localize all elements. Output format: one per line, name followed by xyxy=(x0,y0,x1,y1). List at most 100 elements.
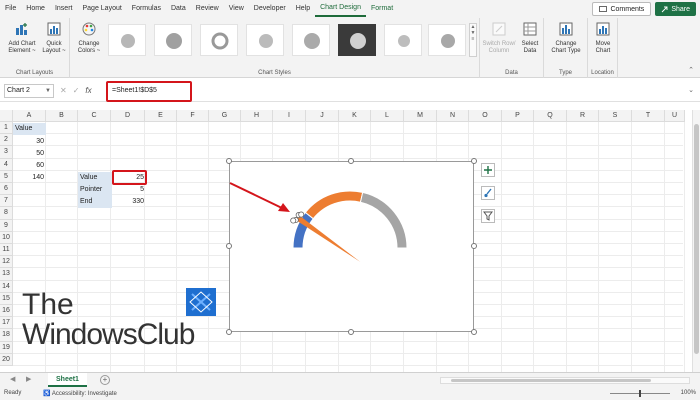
menu-view[interactable]: View xyxy=(224,0,249,18)
comments-button[interactable]: Comments xyxy=(592,2,652,16)
chart-filters-button[interactable] xyxy=(481,209,495,223)
row-header-14[interactable]: 14 xyxy=(0,280,13,293)
add-sheet-button[interactable]: + xyxy=(100,375,110,385)
menu-review[interactable]: Review xyxy=(191,0,224,18)
cell-C5[interactable]: Value xyxy=(78,172,112,184)
zoom-level[interactable]: 100% xyxy=(681,390,696,396)
sheet-tab-sheet1[interactable]: Sheet1 xyxy=(48,373,87,387)
column-header-H[interactable]: H xyxy=(241,110,273,122)
column-header-K[interactable]: K xyxy=(339,110,371,122)
menu-home[interactable]: Home xyxy=(21,0,50,18)
formula-input[interactable]: =Sheet1!$D$5 xyxy=(108,83,688,99)
expand-formula-icon[interactable]: ⌄ xyxy=(688,86,694,94)
switch-row-column-button[interactable]: Switch Row/ Column xyxy=(482,22,516,55)
column-header-O[interactable]: O xyxy=(469,110,502,122)
cell-C7[interactable]: End xyxy=(78,196,112,208)
zoom-slider[interactable] xyxy=(610,390,670,397)
row-header-7[interactable]: 7 xyxy=(0,195,13,208)
row-header-9[interactable]: 9 xyxy=(0,219,13,232)
column-header-P[interactable]: P xyxy=(502,110,534,122)
row-header-13[interactable]: 13 xyxy=(0,268,13,281)
row-header-18[interactable]: 18 xyxy=(0,329,13,342)
row-header-4[interactable]: 4 xyxy=(0,158,13,171)
chart-style-7[interactable] xyxy=(384,24,422,56)
menu-insert[interactable]: Insert xyxy=(50,0,78,18)
chart-style-5[interactable] xyxy=(292,24,330,56)
next-sheet-icon[interactable]: ▶ xyxy=(26,375,31,383)
chart-styles-scroll[interactable]: ▲ ▼ ≡ xyxy=(469,23,477,57)
column-header-L[interactable]: L xyxy=(371,110,404,122)
resize-handle-ne[interactable] xyxy=(471,158,477,164)
row-header-11[interactable]: 11 xyxy=(0,244,13,257)
resize-handle-e[interactable] xyxy=(471,243,477,249)
column-header-C[interactable]: C xyxy=(78,110,111,122)
chart-elements-button[interactable] xyxy=(481,163,495,177)
chart-style-6[interactable] xyxy=(338,24,376,56)
gauge-segment-2[interactable] xyxy=(359,191,408,249)
chart-style-4[interactable] xyxy=(246,24,284,56)
column-header-G[interactable]: G xyxy=(209,110,241,122)
cell-A4[interactable]: 60 xyxy=(13,160,46,172)
resize-handle-w[interactable] xyxy=(226,243,232,249)
chart-style-3[interactable] xyxy=(200,24,238,56)
column-header-D[interactable]: D xyxy=(111,110,145,122)
horizontal-scrollbar[interactable] xyxy=(440,377,690,384)
row-header-8[interactable]: 8 xyxy=(0,207,13,220)
column-header-J[interactable]: J xyxy=(306,110,339,122)
column-header-R[interactable]: R xyxy=(567,110,599,122)
row-header-5[interactable]: 5 xyxy=(0,170,13,183)
cancel-icon[interactable]: ✕ xyxy=(60,84,67,98)
collapse-ribbon-icon[interactable]: ⌃ xyxy=(688,66,694,74)
menu-help[interactable]: Help xyxy=(291,0,315,18)
gauge-segment-1[interactable] xyxy=(304,190,364,220)
chart-style-1[interactable] xyxy=(108,24,146,56)
resize-handle-nw[interactable] xyxy=(226,158,232,164)
menu-format[interactable]: Format xyxy=(366,0,398,18)
cell-A1[interactable]: Value xyxy=(13,123,46,135)
cell-C6[interactable]: Pointer xyxy=(78,184,112,196)
resize-handle-s[interactable] xyxy=(348,329,354,335)
fx-icon[interactable]: fx xyxy=(85,84,91,98)
cell-A3[interactable]: 50 xyxy=(13,148,46,160)
add-chart-element-button[interactable]: Add Chart Element ~ xyxy=(6,22,38,55)
row-header-1[interactable]: 1 xyxy=(0,122,13,135)
name-box[interactable]: Chart 2 ▼ xyxy=(4,84,54,98)
row-header-15[interactable]: 15 xyxy=(0,292,13,305)
gauge-pointer[interactable] xyxy=(295,215,361,262)
column-header-F[interactable]: F xyxy=(177,110,209,122)
vertical-scrollbar[interactable] xyxy=(692,110,700,372)
row-header-20[interactable]: 20 xyxy=(0,353,13,366)
cell-D7[interactable]: 330 xyxy=(112,196,146,208)
column-header-S[interactable]: S xyxy=(599,110,632,122)
select-all-corner[interactable] xyxy=(0,110,13,122)
chart-styles-button[interactable] xyxy=(481,186,495,200)
chart-style-2[interactable] xyxy=(154,24,192,56)
menu-data[interactable]: Data xyxy=(166,0,191,18)
resize-handle-sw[interactable] xyxy=(226,329,232,335)
enter-icon[interactable]: ✓ xyxy=(73,84,80,98)
column-header-A[interactable]: A xyxy=(13,110,46,122)
cell-A5[interactable]: 140 xyxy=(13,172,46,184)
row-header-17[interactable]: 17 xyxy=(0,317,13,330)
row-header-16[interactable]: 16 xyxy=(0,305,13,318)
cell-A2[interactable]: 30 xyxy=(13,136,46,148)
column-header-U[interactable]: U xyxy=(665,110,685,122)
accessibility-status[interactable]: ♿ Accessibility: Investigate xyxy=(43,390,117,397)
move-chart-button[interactable]: Move Chart xyxy=(591,22,615,55)
change-colors-button[interactable]: Change Colors ~ xyxy=(74,22,104,55)
select-data-button[interactable]: Select Data xyxy=(518,22,542,55)
resize-handle-n[interactable] xyxy=(348,158,354,164)
menu-developer[interactable]: Developer xyxy=(249,0,291,18)
column-header-B[interactable]: B xyxy=(46,110,78,122)
prev-sheet-icon[interactable]: ◀ xyxy=(10,375,15,383)
zoom-slider-knob[interactable] xyxy=(639,390,641,397)
horizontal-scroll-thumb[interactable] xyxy=(451,379,651,382)
column-header-N[interactable]: N xyxy=(437,110,469,122)
name-box-dropdown-icon[interactable]: ▼ xyxy=(45,85,51,97)
row-header-3[interactable]: 3 xyxy=(0,146,13,159)
menu-file[interactable]: File xyxy=(0,0,21,18)
menu-chart-design[interactable]: Chart Design xyxy=(315,1,366,17)
quick-layout-button[interactable]: Quick Layout ~ xyxy=(40,22,68,55)
change-chart-type-button[interactable]: Change Chart Type xyxy=(548,22,584,55)
column-header-E[interactable]: E xyxy=(145,110,177,122)
